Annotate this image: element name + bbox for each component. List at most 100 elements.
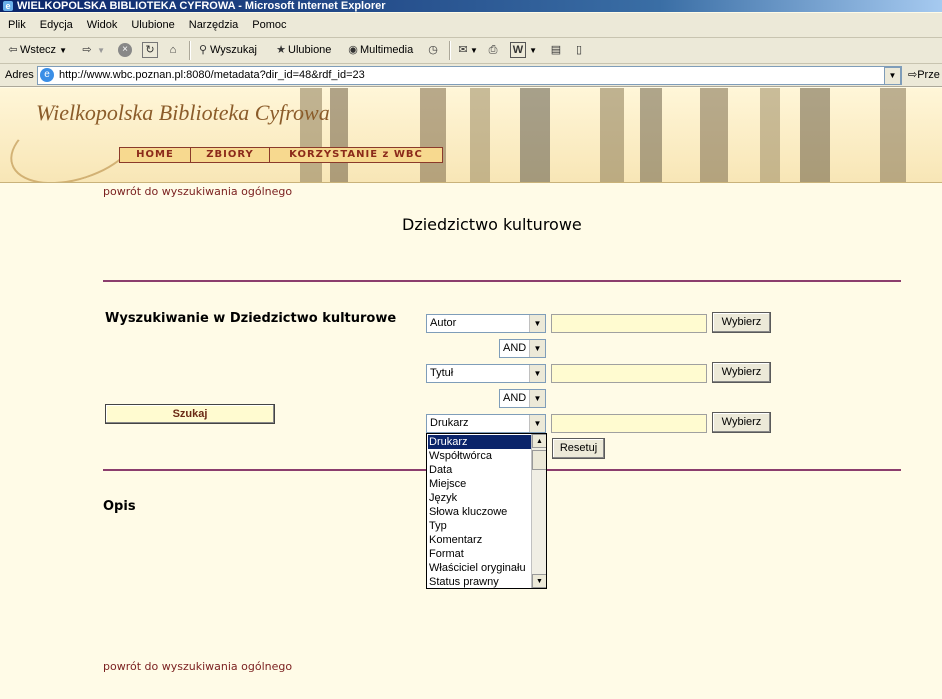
choose-button-1[interactable]: Wybierz: [712, 312, 771, 333]
chevron-down-icon: ▼: [529, 365, 545, 382]
nav-zbiory[interactable]: ZBIORY: [191, 148, 270, 162]
search-value-input-3[interactable]: [551, 414, 707, 433]
history-button[interactable]: ◷: [426, 38, 440, 63]
dropdown-option[interactable]: Współtwórca: [428, 449, 532, 463]
main-nav: HOME ZBIORY KORZYSTANIE z WBC: [119, 147, 443, 163]
book-spine: [420, 88, 446, 182]
back-button[interactable]: ⇦ Wstecz ▼: [6, 38, 67, 63]
search-heading: Wyszukiwanie w Dziedzictwo kulturowe: [105, 311, 397, 326]
book-spine: [880, 88, 906, 182]
dropdown-option[interactable]: Status prawny: [428, 575, 532, 588]
go-arrow-icon: ⇨: [908, 69, 918, 81]
chevron-down-icon: ▼: [529, 390, 545, 407]
menu-narzedzia[interactable]: Narzędzia: [182, 13, 246, 37]
dropdown-option[interactable]: Język: [428, 491, 532, 505]
scroll-up-icon[interactable]: ▲: [532, 434, 546, 448]
favorites-button[interactable]: ★ Ulubione: [274, 38, 331, 63]
back-to-search-link[interactable]: powrót do wyszukiwania ogólnego: [103, 185, 292, 198]
go-button[interactable]: ⇨Prze: [908, 64, 940, 86]
dropdown-option[interactable]: Komentarz: [428, 533, 532, 547]
mail-icon: ✉: [458, 44, 468, 57]
reset-button[interactable]: Resetuj: [552, 438, 605, 459]
scroll-down-icon[interactable]: ▼: [532, 574, 546, 588]
search-value-input-1[interactable]: [551, 314, 707, 333]
book-spine: [470, 88, 490, 182]
history-icon: ◷: [428, 44, 438, 57]
menu-plik[interactable]: Plik: [0, 13, 33, 37]
choose-button-3[interactable]: Wybierz: [712, 412, 771, 433]
book-spine: [600, 88, 624, 182]
media-button[interactable]: ◉ Multimedia: [346, 38, 413, 63]
menu-edycja[interactable]: Edycja: [33, 13, 80, 37]
window-title: WIELKOPOLSKA BIBLIOTEKA CYFROWA - Micros…: [17, 0, 386, 12]
chevron-down-icon: ▼: [529, 315, 545, 332]
nav-home[interactable]: HOME: [120, 148, 191, 162]
stop-button[interactable]: ×: [118, 38, 132, 63]
browser-toolbar: ⇦ Wstecz ▼ ⇨ ▼ × ↻ ⌂ ⚲ Wyszukaj ★ Ulubione …: [0, 38, 942, 64]
menu-widok[interactable]: Widok: [80, 13, 125, 37]
back-arrow-icon: ⇦: [8, 44, 18, 57]
book-spine: [760, 88, 780, 182]
address-url: http://www.wbc.poznan.pl:8080/metadata?d…: [59, 69, 365, 81]
dropdown-option[interactable]: Miejsce: [428, 477, 532, 491]
choose-button-2[interactable]: Wybierz: [712, 362, 771, 383]
media-icon: ◉: [348, 44, 358, 57]
dropdown-option[interactable]: Drukarz: [428, 435, 532, 449]
refresh-button[interactable]: ↻: [142, 38, 158, 63]
menu-ulubione[interactable]: Ulubione: [124, 13, 181, 37]
page-icon: e: [40, 68, 54, 82]
menu-bar: Plik Edycja Widok Ulubione Narzędzia Pomoc: [0, 13, 942, 38]
description-heading: Opis: [103, 499, 136, 514]
ie-logo-icon: e: [3, 1, 13, 11]
dropdown-option[interactable]: Data: [428, 463, 532, 477]
dropdown-option[interactable]: Słowa kluczowe: [428, 505, 532, 519]
book-spine: [330, 88, 348, 182]
book-spine: [520, 88, 550, 182]
chevron-down-icon: ▼: [529, 340, 545, 357]
forward-arrow-icon: ⇨: [82, 44, 92, 57]
address-input[interactable]: e http://www.wbc.poznan.pl:8080/metadata…: [37, 66, 902, 85]
dropdown-option[interactable]: Format: [428, 547, 532, 561]
print-button[interactable]: ⎙: [486, 38, 500, 63]
forward-button[interactable]: ⇨ ▼: [80, 38, 105, 63]
dropdown-option[interactable]: Typ: [428, 519, 532, 533]
favorites-star-icon: ★: [276, 44, 286, 57]
stop-icon: ×: [118, 43, 132, 58]
mail-button[interactable]: ✉ ▼: [456, 38, 478, 63]
discuss-icon: ▤: [550, 44, 562, 57]
field-select-2[interactable]: Tytuł ▼: [426, 364, 546, 383]
forward-dropdown-icon: ▼: [97, 46, 105, 55]
nav-korzystanie[interactable]: KORZYSTANIE z WBC: [270, 148, 442, 162]
scroll-thumb[interactable]: [532, 450, 546, 470]
address-bar: Adres e http://www.wbc.poznan.pl:8080/me…: [0, 64, 942, 87]
window-title-bar: e WIELKOPOLSKA BIBLIOTEKA CYFROWA - Micro…: [0, 0, 942, 12]
field-select-1[interactable]: Autor ▼: [426, 314, 546, 333]
home-button[interactable]: ⌂: [166, 38, 180, 63]
messenger-icon: ▯: [575, 44, 583, 57]
back-dropdown-icon: ▼: [59, 46, 68, 55]
page-title: Dziedzictwo kulturowe: [402, 215, 582, 234]
dropdown-option[interactable]: Właściciel oryginału: [428, 561, 532, 575]
address-label: Adres: [5, 69, 34, 81]
field-select-3[interactable]: Drukarz ▼: [426, 414, 546, 433]
dropdown-scrollbar[interactable]: ▲ ▼: [531, 434, 546, 588]
search-submit-button[interactable]: Szukaj: [105, 404, 275, 424]
address-dropdown-icon[interactable]: ▼: [884, 67, 901, 85]
book-spine: [700, 88, 728, 182]
discuss-button[interactable]: ▤: [549, 38, 563, 63]
operator-select-1[interactable]: AND ▼: [499, 339, 546, 358]
edit-button[interactable]: W ▼: [510, 38, 537, 63]
word-edit-icon: W: [510, 42, 526, 59]
menu-pomoc[interactable]: Pomoc: [245, 13, 293, 37]
messenger-button[interactable]: ▯: [572, 38, 586, 63]
back-to-search-link-bottom[interactable]: powrót do wyszukiwania ogólnego: [103, 660, 292, 673]
search-value-input-2[interactable]: [551, 364, 707, 383]
edit-dropdown-icon: ▼: [529, 46, 537, 55]
home-icon: ⌂: [169, 44, 177, 57]
operator-select-2[interactable]: AND ▼: [499, 389, 546, 408]
search-button[interactable]: ⚲ Wyszukaj: [196, 38, 257, 63]
mail-dropdown-icon: ▼: [470, 46, 478, 55]
site-logo-title: Wielkopolska Biblioteka Cyfrowa: [36, 100, 330, 125]
chevron-down-icon: ▼: [529, 415, 545, 432]
toolbar-separator: [449, 41, 451, 60]
